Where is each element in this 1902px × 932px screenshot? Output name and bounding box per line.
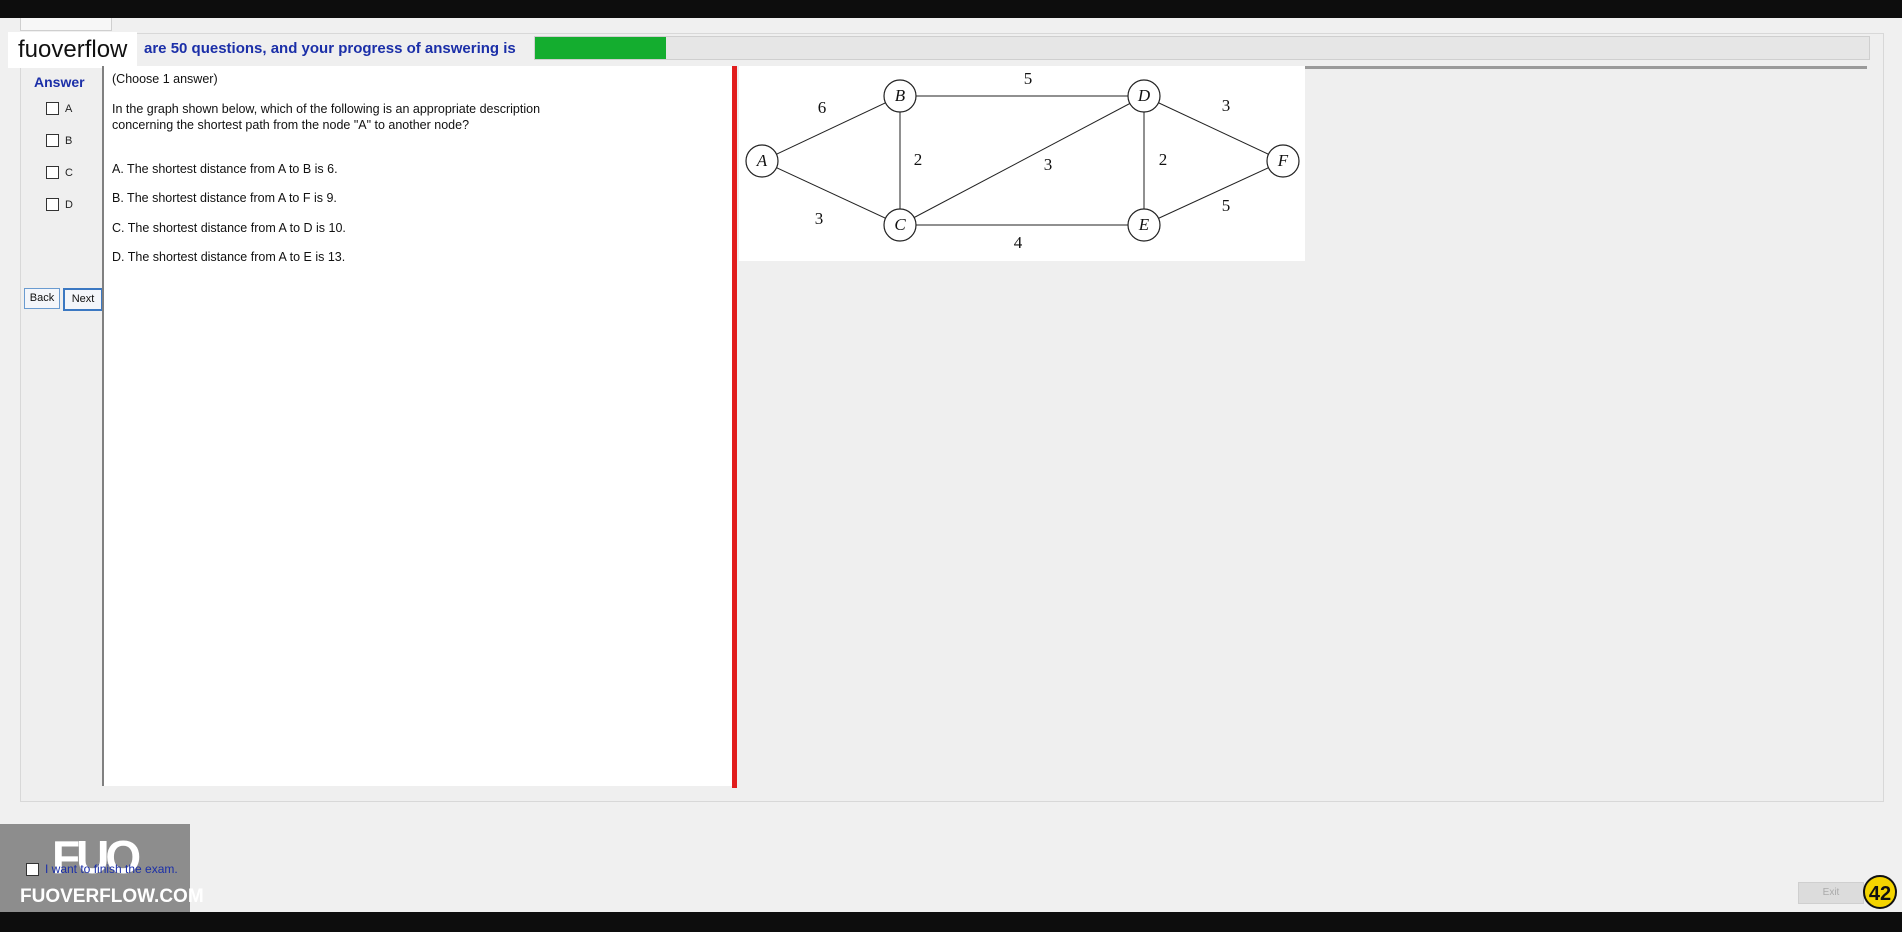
finish-exam[interactable]: I want to finish the exam. <box>26 862 178 876</box>
progress-bar <box>534 36 1870 60</box>
question-instruction: (Choose 1 answer) <box>112 72 218 86</box>
graph-edge-weight-de: 2 <box>1159 150 1168 169</box>
option-a[interactable]: A <box>46 102 72 115</box>
option-d[interactable]: D <box>46 198 73 211</box>
graph-edge-weight-ac: 3 <box>815 209 824 228</box>
back-button[interactable]: Back <box>24 288 60 309</box>
choice-c: C. The shortest distance from A to D is … <box>112 221 346 235</box>
choice-d: D. The shortest distance from A to E is … <box>112 250 346 264</box>
option-c-label: C <box>65 166 73 179</box>
option-a-label: A <box>65 102 73 115</box>
option-b-checkbox[interactable] <box>46 134 59 147</box>
graph-node-label-b: B <box>895 86 906 105</box>
window-tab <box>20 18 112 31</box>
graph-edge-weight-ce: 4 <box>1014 233 1023 252</box>
top-black-bar <box>0 0 1902 18</box>
graph-figure: 6 3 5 2 3 4 2 3 5 A B C D E F <box>739 66 1305 261</box>
graph-node-label-d: D <box>1137 86 1151 105</box>
brand-label: fuoverflow <box>8 32 138 68</box>
choice-b: B. The shortest distance from A to F is … <box>112 191 337 205</box>
graph-edge-cd <box>899 95 1145 226</box>
option-d-checkbox[interactable] <box>46 198 59 211</box>
option-b-label: B <box>65 134 73 147</box>
option-c-checkbox[interactable] <box>46 166 59 179</box>
graph-edge-ab <box>761 95 901 162</box>
answer-column: Answer A B C D <box>22 66 102 786</box>
next-button[interactable]: Next <box>63 288 103 311</box>
graph-edge-ac <box>761 160 901 226</box>
graph-edge-weight-bd: 5 <box>1024 69 1033 88</box>
exit-button[interactable]: Exit <box>1798 882 1864 904</box>
graph-edge-weight-ab: 6 <box>818 98 827 117</box>
graph-edge-weight-cd: 3 <box>1044 155 1053 174</box>
logo-site: FUOVERFLOW.COM <box>20 886 204 907</box>
option-b[interactable]: B <box>46 134 72 147</box>
choice-a: A. The shortest distance from A to B is … <box>112 162 338 176</box>
counter-badge: 42 <box>1863 875 1897 909</box>
graph-edge-weight-bc: 2 <box>914 150 923 169</box>
answer-title: Answer <box>34 74 85 90</box>
question-panel: (Choose 1 answer) In the graph shown bel… <box>102 66 734 786</box>
graph-node-label-e: E <box>1138 215 1150 234</box>
graph-node-label-c: C <box>894 215 906 234</box>
graph-node-label-f: F <box>1277 151 1289 170</box>
question-prompt-line1: In the graph shown below, which of the f… <box>112 102 541 116</box>
option-a-checkbox[interactable] <box>46 102 59 115</box>
progress-fill <box>535 37 666 59</box>
graph-edge-weight-ef: 5 <box>1222 196 1231 215</box>
bottom-black-bar <box>0 912 1902 932</box>
graph-node-label-a: A <box>756 151 768 170</box>
question-prompt-line2: concerning the shortest path from the no… <box>112 118 470 132</box>
finish-checkbox[interactable] <box>26 862 39 876</box>
progress-text: are 50 questions, and your progress of a… <box>144 40 516 57</box>
finish-label: I want to finish the exam. <box>45 862 178 876</box>
option-d-label: D <box>65 198 73 211</box>
pane-divider[interactable] <box>732 66 737 788</box>
graph-edge-weight-df: 3 <box>1222 96 1231 115</box>
option-c[interactable]: C <box>46 166 73 179</box>
graph-svg: 6 3 5 2 3 4 2 3 5 A B C D E F <box>745 69 1300 252</box>
graph-edge-ef <box>1143 160 1284 226</box>
